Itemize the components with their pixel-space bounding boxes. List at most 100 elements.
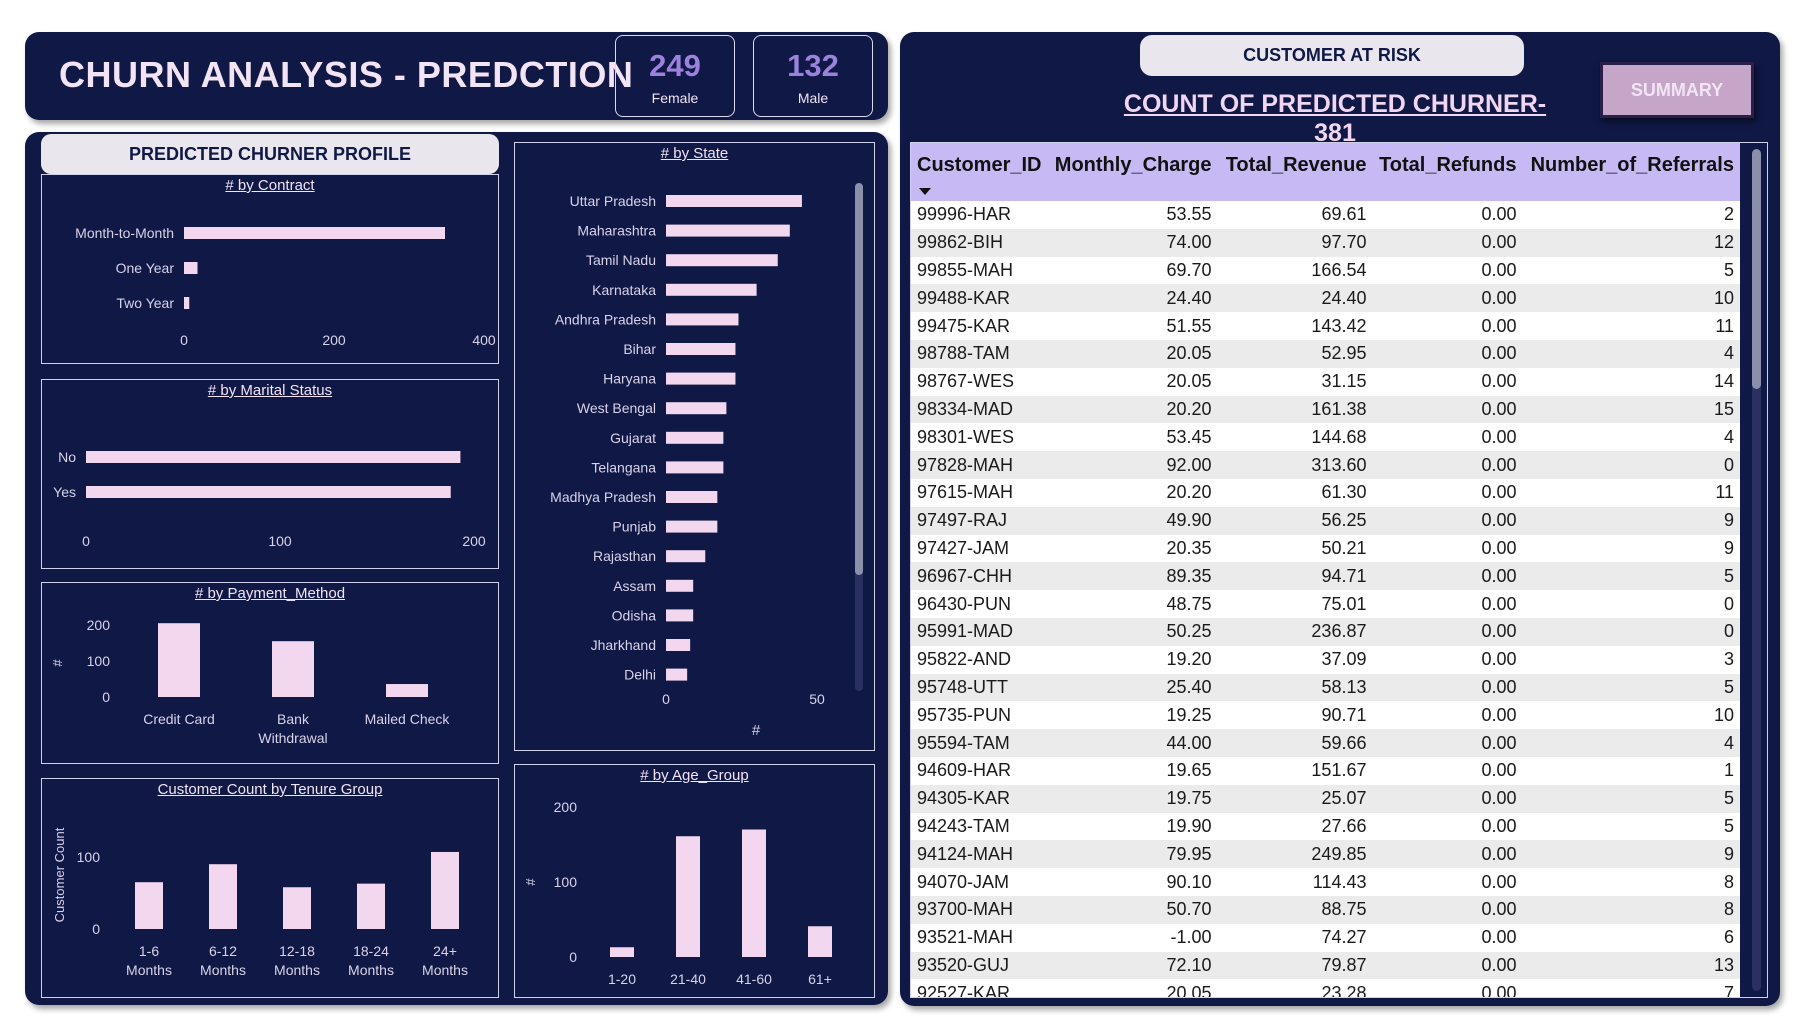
tick-label: 200 [322, 332, 346, 348]
summary-button[interactable]: SUMMARY [1600, 62, 1754, 118]
table-cell: 19.25 [1166, 704, 1212, 725]
contract-chart: Month-to-Month One Year Two Year 0 200 400 # … [41, 174, 499, 364]
bar [666, 461, 724, 474]
table-cell: 98788-TAM [917, 343, 1010, 364]
table-row[interactable]: 97427-JAM 20.35 50.21 0.00 9 [911, 534, 1740, 563]
category-label: Month-to-Month [75, 225, 174, 241]
table-row[interactable]: 92527-KAR 20.05 23.28 0.00 7 [911, 979, 1740, 998]
column-header-number-of-referrals[interactable]: Number_of_Referrals [1522, 143, 1740, 201]
bar [386, 684, 428, 697]
category-label: Assam [613, 578, 656, 594]
bar [666, 254, 778, 267]
table-row[interactable]: 95822-AND 19.20 37.09 0.00 3 [911, 645, 1740, 674]
state-chart-scroll-thumb[interactable] [855, 183, 863, 575]
table-row[interactable]: 98767-WES 20.05 31.15 0.00 14 [911, 367, 1740, 396]
table-row[interactable]: 97828-MAH 92.00 313.60 0.00 0 [911, 451, 1740, 479]
table-row[interactable]: 94070-JAM 90.10 114.43 0.00 8 [911, 868, 1740, 896]
table-row[interactable]: 95594-TAM 44.00 59.66 0.00 4 [911, 729, 1740, 757]
table-cell: 9 [1723, 510, 1734, 531]
category-label: Gujarat [610, 430, 656, 446]
table-row[interactable]: 96430-PUN 48.75 75.01 0.00 0 [911, 590, 1740, 618]
column-header-customer-id[interactable]: Customer_ID [911, 143, 1047, 201]
table-row[interactable]: 97615-MAH 20.20 61.30 0.00 11 [911, 478, 1740, 507]
table-row[interactable]: 95748-UTT 25.40 58.13 0.00 5 [911, 673, 1740, 702]
table-cell: 95735-PUN [917, 704, 1012, 725]
table-row[interactable]: 99475-KAR 51.55 143.42 0.00 11 [911, 312, 1740, 340]
column-header-total-refunds[interactable]: Total_Refunds [1372, 143, 1522, 201]
table-cell: 15 [1713, 398, 1734, 419]
table-row[interactable]: 99488-KAR 24.40 24.40 0.00 10 [911, 284, 1740, 313]
state-chart: Uttar Pradesh Maharashtra Tamil Nadu Karnat… [514, 142, 875, 751]
table-row[interactable]: 97497-RAJ 49.90 56.25 0.00 9 [911, 506, 1740, 535]
table-row[interactable]: 95735-PUN 19.25 90.71 0.00 10 [911, 701, 1740, 730]
table-scrollbar[interactable] [1752, 149, 1761, 991]
column-header-total-revenue[interactable]: Total_Revenue [1217, 143, 1372, 201]
table-row[interactable]: 94124-MAH 79.95 249.85 0.00 9 [911, 840, 1740, 869]
table-cell: 5 [1723, 565, 1734, 586]
table-cell: 25.07 [1321, 788, 1367, 809]
age-chart: 0 100 200 1-20 21-40 41-60 61+ # # by Age_Group [514, 764, 875, 998]
table-row[interactable]: 94609-HAR 19.65 151.67 0.00 1 [911, 756, 1740, 785]
bar [666, 431, 724, 444]
page-title: CHURN ANALYSIS - PREDCTION [59, 54, 634, 95]
table-row[interactable]: 99855-MAH 69.70 166.54 0.00 5 [911, 256, 1740, 285]
table-row[interactable]: 98788-TAM 20.05 52.95 0.00 4 [911, 339, 1740, 368]
category-label: Bihar [623, 341, 656, 357]
table-cell: 11 [1715, 315, 1734, 336]
table-row[interactable]: 93700-MAH 50.70 88.75 0.00 8 [911, 895, 1740, 924]
table-cell: 20.05 [1166, 982, 1212, 998]
category-label: Maharashtra [577, 223, 656, 239]
predicted-churner-profile-button[interactable]: PREDICTED CHURNER PROFILE [41, 134, 499, 174]
table-row[interactable]: 99996-HAR 53.55 69.61 0.00 2 [911, 201, 1740, 229]
table-row[interactable]: 98301-WES 53.45 144.68 0.00 4 [911, 423, 1740, 452]
table-cell: 23.28 [1321, 982, 1367, 998]
table-cell: 88.75 [1321, 899, 1367, 920]
table-cell: 144.68 [1311, 426, 1367, 447]
table-cell: 48.75 [1166, 593, 1212, 614]
table-scroll-thumb[interactable] [1752, 149, 1761, 389]
table-cell: 0 [1723, 454, 1734, 475]
table-cell: 53.55 [1166, 204, 1212, 225]
table-cell: 5 [1723, 815, 1734, 836]
category-label: Tamil Nadu [586, 252, 656, 268]
customer-at-risk-button[interactable]: CUSTOMER AT RISK [1140, 35, 1524, 76]
table-cell: 49.90 [1166, 510, 1212, 531]
table-row[interactable]: 94305-KAR 19.75 25.07 0.00 5 [911, 784, 1740, 813]
column-header-label: Customer_ID [917, 153, 1042, 176]
table-cell: 99475-KAR [917, 315, 1011, 336]
table-row[interactable]: 96967-CHH 89.35 94.71 0.00 5 [911, 562, 1740, 591]
y-axis-label: # [523, 878, 538, 886]
table-cell: 0.00 [1481, 788, 1517, 809]
table-cell: 14 [1713, 371, 1734, 392]
column-header-monthly-charge[interactable]: Monthly_Charge [1047, 143, 1217, 201]
table-cell: -1.00 [1170, 927, 1212, 948]
bar [184, 227, 445, 239]
category-label: 6-12 [209, 943, 237, 959]
table-cell: 24.40 [1321, 287, 1367, 308]
table-cell: 31.15 [1321, 371, 1367, 392]
table-row[interactable]: 95991-MAD 50.25 236.87 0.00 0 [911, 617, 1740, 646]
table-row[interactable]: 94243-TAM 19.90 27.66 0.00 5 [911, 812, 1740, 841]
table-row[interactable]: 93521-MAH -1.00 74.27 0.00 6 [911, 923, 1740, 952]
tick-label: 50 [809, 691, 825, 707]
bar [666, 313, 739, 326]
table-row[interactable]: 98334-MAD 20.20 161.38 0.00 15 [911, 395, 1740, 424]
bar [676, 836, 700, 957]
table-cell: 61.30 [1321, 482, 1367, 503]
table-row[interactable]: 93520-GUJ 72.10 79.87 0.00 13 [911, 951, 1740, 980]
table-cell: 99996-HAR [917, 204, 1012, 225]
table-row[interactable]: 99862-BIH 74.00 97.70 0.00 12 [911, 228, 1740, 257]
table-cell: 99855-MAH [917, 259, 1014, 280]
bar [666, 402, 727, 415]
table-cell: 10 [1713, 704, 1734, 725]
category-label: Uttar Pradesh [570, 193, 656, 209]
category-label: Rajasthan [593, 548, 656, 564]
table-cell: 0.00 [1481, 204, 1517, 225]
table-cell: 95822-AND [917, 649, 1012, 670]
bar [666, 639, 691, 651]
state-chart-scrollbar[interactable] [855, 183, 863, 691]
bar [610, 947, 634, 957]
kpi-value-female: 249 [649, 48, 701, 83]
table-cell: 0.00 [1481, 815, 1517, 836]
table-cell: 97828-MAH [917, 454, 1014, 475]
